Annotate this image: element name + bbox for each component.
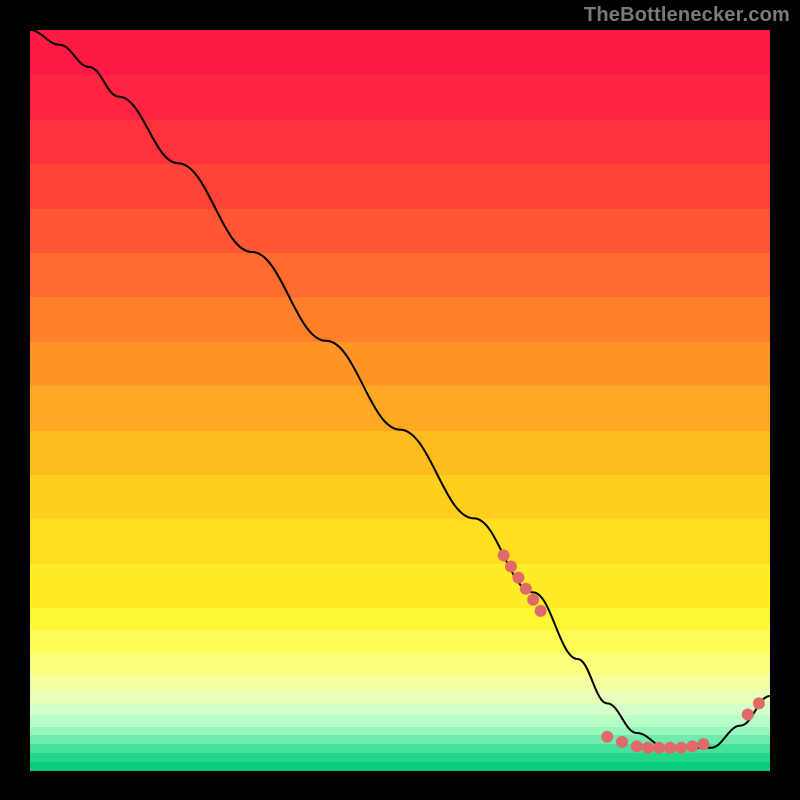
data-point xyxy=(527,594,539,606)
data-point xyxy=(505,561,517,573)
data-point xyxy=(753,697,765,709)
plot-area xyxy=(30,30,770,770)
data-point xyxy=(697,738,709,750)
data-point xyxy=(686,740,698,752)
data-point xyxy=(675,742,687,754)
data-point xyxy=(616,736,628,748)
bottleneck-curve xyxy=(30,30,770,748)
data-point xyxy=(520,583,532,595)
data-point xyxy=(601,731,613,743)
data-point xyxy=(631,740,643,752)
data-point xyxy=(535,605,547,617)
data-point xyxy=(664,742,676,754)
curve-layer xyxy=(30,30,770,770)
data-point xyxy=(742,709,754,721)
data-point xyxy=(498,549,510,561)
data-dots xyxy=(498,549,765,753)
data-point xyxy=(512,572,524,584)
data-point xyxy=(642,742,654,754)
chart-frame: TheBottlenecker.com xyxy=(0,0,800,800)
data-point xyxy=(653,742,665,754)
attribution-label: TheBottlenecker.com xyxy=(584,4,790,27)
